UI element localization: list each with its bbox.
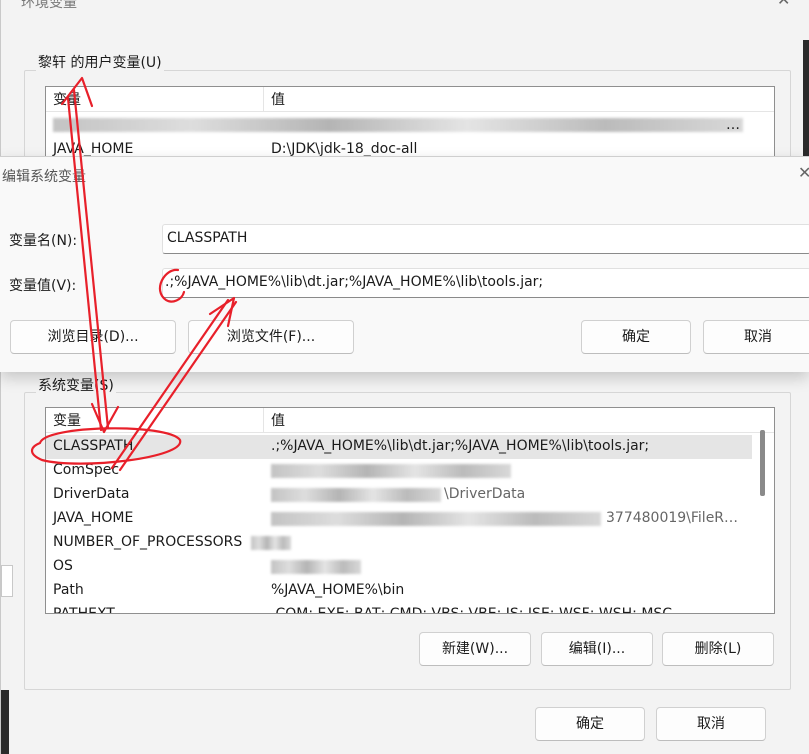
dialog-title: 编辑系统变量 [2, 169, 86, 185]
edit-variable-button[interactable]: 编辑(I)... [541, 632, 653, 666]
redacted-text [271, 512, 601, 526]
background-window-edge [1, 565, 13, 597]
table-row[interactable]: PATHEXT .COM;.EXE;.BAT;.CMD;.VBS;.VBE;.J… [46, 603, 752, 614]
close-icon[interactable]: ✕ [777, 0, 790, 9]
row-name: PATHEXT [53, 606, 115, 614]
row-name: OS [53, 558, 73, 574]
column-separator[interactable] [263, 408, 264, 432]
table-row[interactable]: ComSpec [46, 459, 752, 483]
column-header-name[interactable]: 变量 [53, 410, 81, 430]
row-value: .COM;.EXE;.BAT;.CMD;.VBS;.VBE;.JS;.JSE;.… [271, 606, 673, 614]
user-variables-table[interactable]: 变量 值 … JAVA_HOME D:\JDK\jdk-18_doc-all [45, 86, 775, 158]
row-name: NUMBER_OF_PROCESSORS [53, 534, 243, 550]
system-variables-table[interactable]: 变量 值 CLASSPATH .;%JAVA_HOME%\lib\dt.jar;… [45, 407, 775, 614]
column-header-value[interactable]: 值 [271, 410, 285, 430]
row-name: JAVA_HOME [53, 141, 134, 157]
delete-variable-button[interactable]: 删除(L) [662, 632, 774, 666]
row-name: ComSpec [53, 462, 120, 478]
variable-value-input[interactable]: .;%JAVA_HOME%\lib\dt.jar;%JAVA_HOME%\lib… [162, 268, 809, 298]
dialog-ok-button[interactable]: 确定 [581, 320, 691, 354]
variable-name-label: 变量名(N): [9, 233, 78, 249]
table-scrollbar-thumb[interactable] [760, 430, 765, 496]
system-variables-label: 系统变量(S) [36, 375, 116, 395]
table-header: 变量 值 [46, 87, 774, 112]
table-row[interactable]: … [46, 114, 752, 138]
close-icon[interactable]: ✕ [798, 163, 809, 182]
row-name: JAVA_HOME [53, 510, 134, 526]
column-header-value[interactable]: 值 [271, 89, 285, 109]
redacted-text [251, 536, 291, 550]
table-row[interactable]: JAVA_HOME 377480019\FileR… [46, 507, 752, 531]
variable-name-value: CLASSPATH [167, 230, 248, 246]
table-row-classpath[interactable]: CLASSPATH .;%JAVA_HOME%\lib\dt.jar;%JAVA… [46, 435, 752, 459]
redacted-text [53, 118, 743, 132]
redacted-text [271, 464, 511, 478]
column-separator[interactable] [263, 87, 264, 111]
table-row[interactable]: JAVA_HOME D:\JDK\jdk-18_doc-all [46, 138, 752, 157]
new-variable-button[interactable]: 新建(W)... [419, 632, 531, 666]
table-row[interactable]: OS [46, 555, 752, 579]
row-name: CLASSPATH [53, 438, 134, 454]
row-value: 377480019\FileR… [606, 510, 739, 526]
background-desktop-strip [1, 690, 9, 754]
table-row[interactable]: DriverData \DriverData [46, 483, 752, 507]
variable-value-label: 变量值(V): [9, 278, 77, 294]
row-value: \DriverData [444, 486, 526, 502]
table-row[interactable]: NUMBER_OF_PROCESSORS [46, 531, 752, 555]
variable-value-text: .;%JAVA_HOME%\lib\dt.jar;%JAVA_HOME%\lib… [165, 274, 544, 290]
row-value: %JAVA_HOME%\bin [271, 582, 405, 598]
table-row[interactable]: Path %JAVA_HOME%\bin [46, 579, 752, 603]
redacted-text [271, 488, 441, 502]
variable-name-input[interactable]: CLASSPATH [162, 224, 809, 254]
dialog-cancel-button[interactable]: 取消 [703, 320, 809, 354]
edit-system-variable-dialog: 编辑系统变量 ✕ 变量名(N): CLASSPATH 变量值(V): .;%JA… [0, 156, 809, 372]
cancel-button[interactable]: 取消 [656, 707, 766, 741]
window-title: 环境变量 [21, 0, 77, 11]
row-name: DriverData [53, 486, 130, 502]
row-value: … [726, 117, 740, 133]
background-desktop-strip [803, 40, 809, 160]
environment-variables-window: 环境变量 ✕ 黎轩 的用户变量(U) 变量 值 … JAVA_HOME D:\J… [0, 0, 809, 754]
table-header: 变量 值 [46, 408, 774, 433]
browse-directory-button[interactable]: 浏览目录(D)... [10, 320, 176, 354]
ok-button[interactable]: 确定 [535, 707, 645, 741]
row-value: D:\JDK\jdk-18_doc-all [271, 141, 418, 157]
browse-file-button[interactable]: 浏览文件(F)... [188, 320, 354, 354]
row-name: Path [53, 582, 84, 598]
row-value: .;%JAVA_HOME%\lib\dt.jar;%JAVA_HOME%\lib… [271, 438, 650, 454]
redacted-text [271, 560, 361, 574]
column-header-name[interactable]: 变量 [53, 89, 81, 109]
user-variables-label: 黎轩 的用户变量(U) [36, 52, 164, 72]
